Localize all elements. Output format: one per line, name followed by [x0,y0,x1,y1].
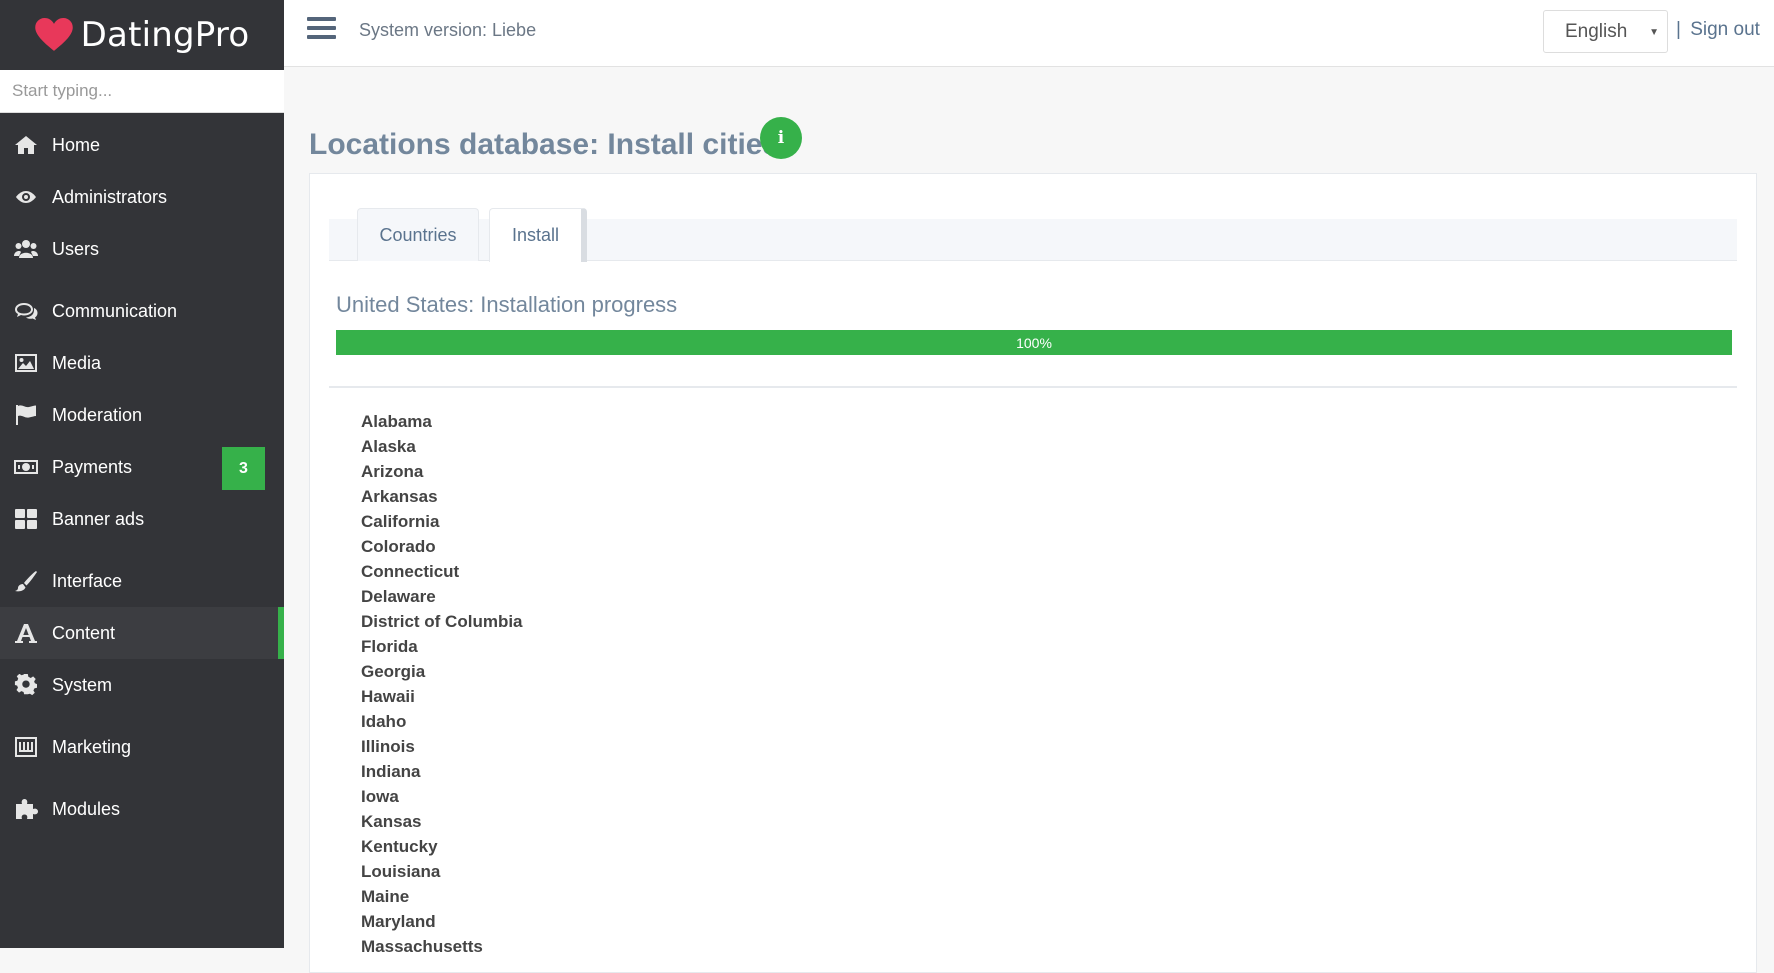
list-item: Maine [361,887,410,906]
sidebar-nav: Home Administrators Users Communication … [0,119,284,835]
system-version: System version: Liebe [359,20,537,40]
sidebar-item-label: Administrators [52,186,168,207]
separator: | [1676,19,1681,40]
sidebar-item-label: Content [52,622,116,643]
grid-icon [14,508,38,530]
sidebar-item-payments[interactable]: Payments 3 [0,441,284,493]
sign-out-link[interactable]: Sign out [1690,19,1760,40]
sidebar-item-label: Moderation [52,404,143,425]
sign-out-area: | Sign out [1676,19,1760,41]
list-item: Louisiana [361,862,441,881]
puzzle-icon [14,798,38,820]
sidebar-item-label: Banner ads [52,508,145,529]
brush-icon [14,570,38,592]
font-icon [14,622,38,644]
list-item: Illinois [361,737,415,756]
list-item: Arkansas [361,487,438,506]
progress-bar: 100% [336,330,1732,355]
list-item: Massachusetts [361,937,483,956]
sidebar-item-interface[interactable]: Interface [0,555,284,607]
heart-icon [34,18,73,51]
sidebar-item-content[interactable]: Content [0,607,284,659]
list-item: Kansas [361,812,422,831]
list-item: Georgia [361,662,426,681]
list-item: Arizona [361,462,424,481]
sidebar-item-label: Modules [52,798,121,819]
sidebar-item-home[interactable]: Home [0,119,284,171]
sidebar-item-users[interactable]: Users [0,223,284,275]
sidebar-item-label: Marketing [52,736,132,757]
progress-heading: United States: Installation progress [336,292,678,317]
top-bar: System version: Liebe English ▼ | Sign o… [284,0,1774,67]
sidebar-item-marketing[interactable]: Marketing [0,721,284,773]
chat-icon [14,300,38,322]
list-item: Delaware [361,587,436,606]
list-item: Indiana [361,762,421,781]
sidebar-item-label: System [52,674,113,695]
list-item: Kentucky [361,837,438,856]
divider [329,386,1737,388]
inbox-icon [14,736,38,758]
sidebar-item-label: Home [52,134,101,155]
list-item: Iowa [361,787,399,806]
list-item: Colorado [361,537,436,556]
list-item: California [361,512,440,531]
tab-countries[interactable]: Countries [357,208,479,261]
sidebar-item-label: Media [52,352,102,373]
info-icon[interactable]: i [760,117,802,159]
sidebar-item-media[interactable]: Media [0,337,284,389]
progress-label: 100% [1016,334,1052,351]
brand-name: DatingPro [80,15,250,55]
image-icon [14,352,38,374]
menu-toggle-icon[interactable] [307,17,336,43]
sidebar-item-communication[interactable]: Communication [0,285,284,337]
list-item: Idaho [361,712,407,731]
search-input[interactable] [12,70,284,112]
payments-count-badge: 3 [222,447,265,490]
users-icon [14,238,38,260]
flag-icon [14,404,38,426]
money-icon [14,456,38,478]
sidebar-search [0,70,284,113]
list-item: Hawaii [361,687,415,706]
eye-icon [14,186,38,208]
brand-logo[interactable]: DatingPro [0,0,284,70]
sidebar-item-label: Payments [52,456,133,477]
list-item: Alabama [361,412,432,431]
page-title: Locations database: Install cities [309,128,780,161]
list-item: Florida [361,637,418,656]
list-item: Alaska [361,437,416,456]
gear-icon [14,674,38,696]
content-panel: Countries Install United States: Install… [309,173,1757,973]
tab-bar: Countries Install [329,208,1737,262]
list-item: Maryland [361,912,436,931]
sidebar-item-label: Interface [52,570,123,591]
tab-install[interactable]: Install [489,208,587,262]
sidebar-item-moderation[interactable]: Moderation [0,389,284,441]
language-value: English [1565,20,1628,42]
installed-states-list: Alabama Alaska Arizona Arkansas California Co… [361,409,523,959]
sidebar-item-label: Users [52,238,100,259]
list-item: Connecticut [361,562,460,581]
progress-fill: 100% [336,330,1732,355]
language-select[interactable]: English ▼ [1543,10,1668,53]
chevron-down-icon: ▼ [1649,27,1659,38]
sidebar-item-administrators[interactable]: Administrators [0,171,284,223]
sidebar-item-modules[interactable]: Modules [0,783,284,835]
list-item: District of Columbia [361,612,523,631]
sidebar-item-banner-ads[interactable]: Banner ads [0,493,284,545]
sidebar-item-system[interactable]: System [0,659,284,711]
sidebar: DatingPro Home Administrators Users [0,0,284,948]
sidebar-item-label: Communication [52,300,178,321]
home-icon [14,134,38,156]
